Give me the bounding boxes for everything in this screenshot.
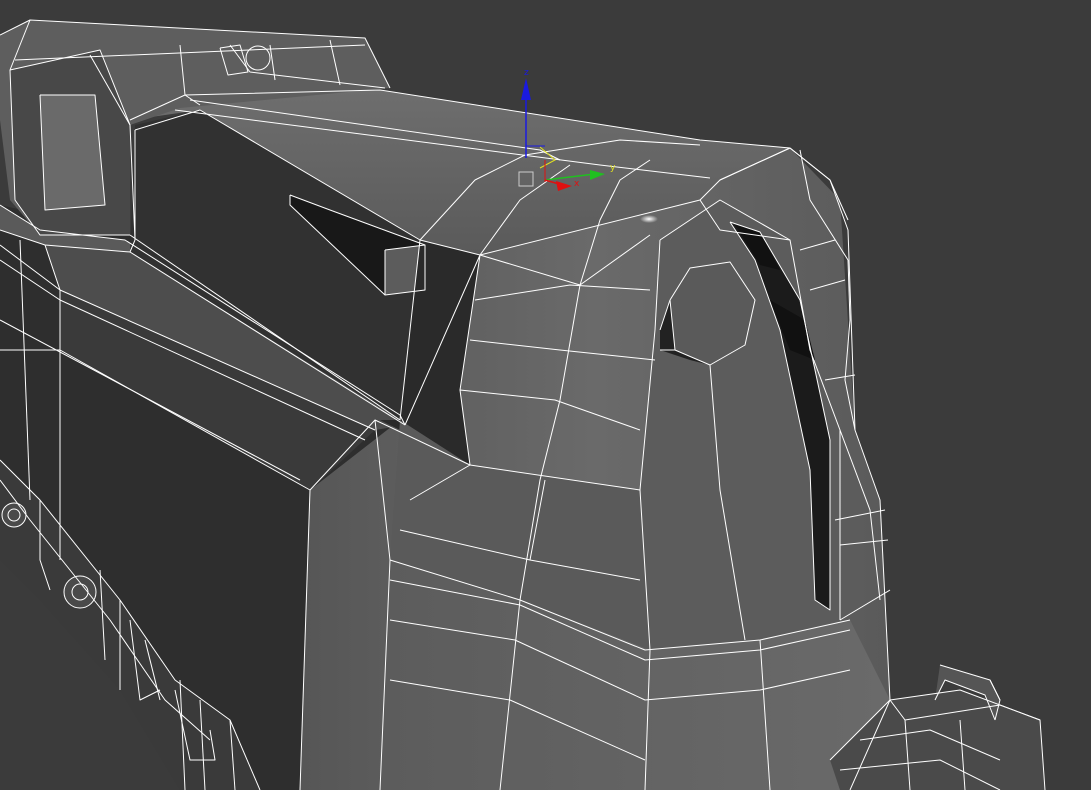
z-axis-label: z xyxy=(524,68,529,78)
3d-viewport[interactable]: z y x xyxy=(0,0,1091,790)
x-axis-label: x xyxy=(574,179,580,189)
z-axis-arrow-icon[interactable] xyxy=(521,78,531,100)
wireframe-model[interactable]: z y x xyxy=(0,0,1091,790)
y-axis-label: y xyxy=(610,163,616,173)
specular-highlight xyxy=(640,215,658,223)
